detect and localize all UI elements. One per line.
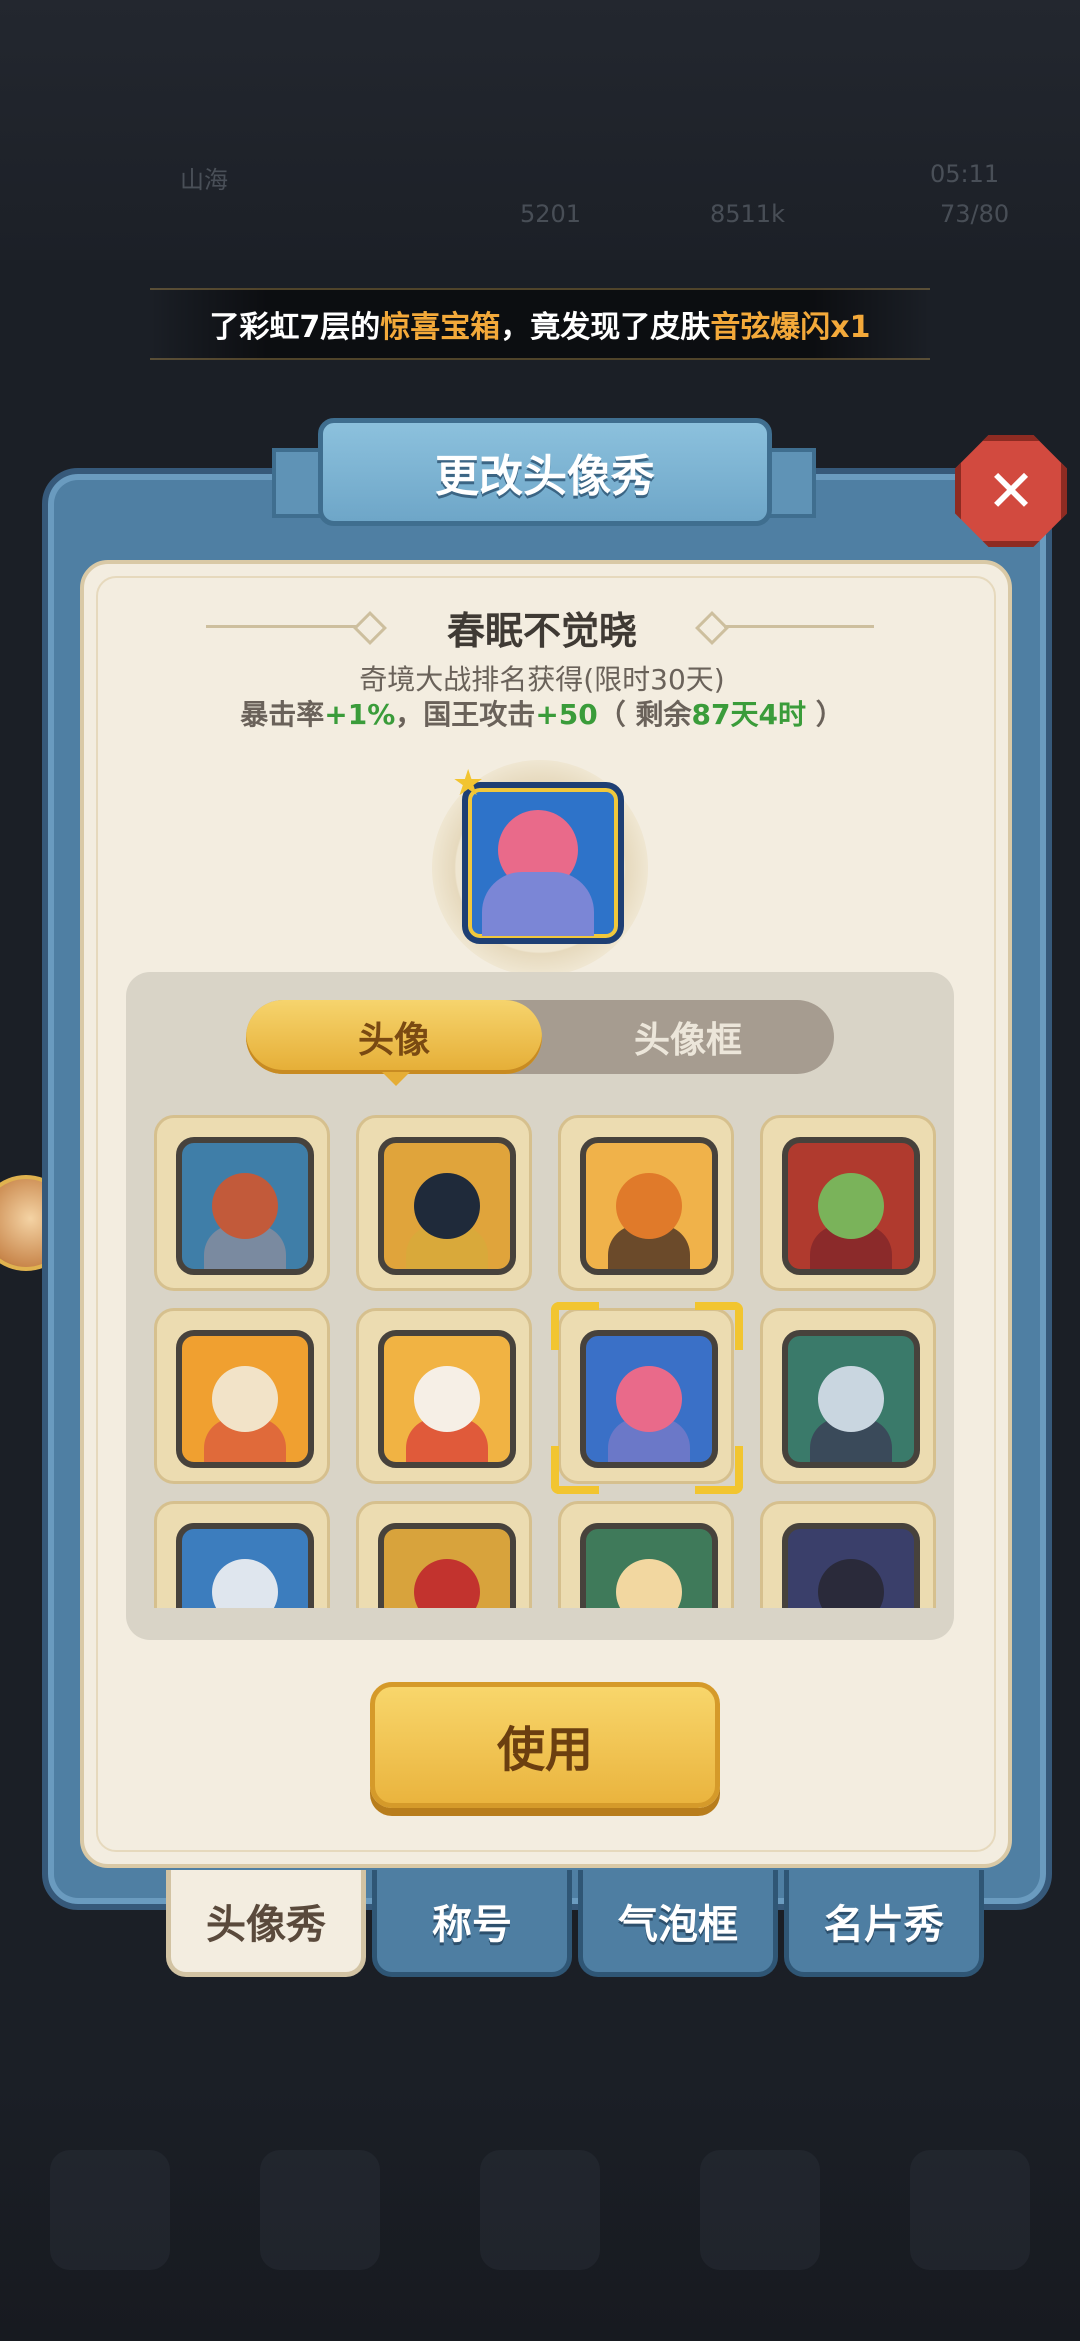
avatar-head <box>212 1173 278 1239</box>
avatar-icon <box>782 1137 920 1275</box>
bottom-tab-title[interactable]: 称号 <box>372 1870 572 1977</box>
avatar-cell-swordsman[interactable] <box>154 1501 330 1608</box>
avatar-head <box>818 1559 884 1608</box>
hud-value-1: 5201 <box>520 200 582 228</box>
avatar-icon <box>378 1523 516 1608</box>
avatar-head <box>414 1173 480 1239</box>
announcement-marquee: 了彩虹7层的 惊喜宝箱 ，竟发现了皮肤 音弦爆闪x1 <box>150 288 930 360</box>
stat-label-attack: ，国王攻击 <box>395 698 536 731</box>
selection-corner-tl <box>551 1302 599 1350</box>
selection-corner-br <box>695 1446 743 1494</box>
nav-item-bg <box>50 2150 170 2270</box>
avatar-cell-warrior[interactable] <box>760 1308 936 1484</box>
hud-value-3: 73/80 <box>940 200 1010 228</box>
tab-avatar-frame[interactable]: 头像框 <box>542 1000 834 1074</box>
background-hud: 山海 5201 8511k 73/80 05:11 <box>0 150 1080 250</box>
skin-stats: 暴击率+1%，国王攻击+50（ 剩余87天4时 ） <box>80 693 1004 733</box>
avatar-cell-elf[interactable] <box>558 1501 734 1608</box>
avatar-cell-horse[interactable] <box>154 1308 330 1484</box>
nav-item-bg <box>910 2150 1030 2270</box>
marquee-highlight-2: 音弦爆闪x1 <box>710 310 871 345</box>
avatar-head <box>212 1559 278 1608</box>
avatar-head <box>616 1173 682 1239</box>
avatar-tabs: 头像 头像框 <box>246 1000 834 1074</box>
avatar-grid[interactable] <box>126 1100 954 1608</box>
nav-item-bg <box>260 2150 380 2270</box>
avatar-cell-dragon[interactable] <box>356 1501 532 1608</box>
nav-item-bg <box>480 2150 600 2270</box>
remain-prefix: （ 剩余 <box>597 698 692 731</box>
hud-player-name: 山海 <box>180 166 228 194</box>
avatar-icon <box>580 1137 718 1275</box>
selection-corner-tr <box>695 1302 743 1350</box>
bottom-tab-avatar-show[interactable]: 头像秀 <box>166 1870 366 1977</box>
avatar-icon <box>176 1523 314 1608</box>
stat-label-crit: 暴击率 <box>240 698 325 731</box>
marquee-highlight-1: 惊喜宝箱 <box>380 310 501 345</box>
avatar-icon <box>176 1137 314 1275</box>
avatar-icon <box>580 1523 718 1608</box>
remain-time: 87天4时 <box>691 698 806 731</box>
avatar-head <box>818 1173 884 1239</box>
avatar-cell-lucky[interactable] <box>356 1308 532 1484</box>
selection-corner-bl <box>551 1446 599 1494</box>
bottom-tab-name-card[interactable]: 名片秀 <box>784 1870 984 1977</box>
background-bottom-nav <box>0 2080 1080 2341</box>
dialog-title: 更改头像秀 <box>318 418 772 526</box>
avatar-head <box>616 1559 682 1608</box>
avatar-cell-dark[interactable] <box>760 1501 936 1608</box>
tab-pointer <box>382 1072 410 1086</box>
tab-avatar[interactable]: 头像 <box>246 1000 542 1074</box>
avatar-icon <box>378 1330 516 1468</box>
avatar-preview <box>462 782 624 944</box>
avatar-cell-anubis[interactable] <box>356 1115 532 1291</box>
skin-source: 奇境大战排名获得(限时30天) <box>359 663 725 696</box>
hud-time: 05:11 <box>930 160 1000 188</box>
avatar-head <box>616 1366 682 1432</box>
avatar-icon <box>378 1137 516 1275</box>
use-button[interactable]: 使用 <box>370 1682 720 1808</box>
avatar-head <box>414 1559 480 1608</box>
avatar-head <box>818 1366 884 1432</box>
preview-blanket <box>482 872 594 936</box>
avatar-icon <box>782 1330 920 1468</box>
marquee-text-2: ，竟发现了皮肤 <box>500 310 711 345</box>
avatar-cell-witch[interactable] <box>760 1115 936 1291</box>
nav-item-bg <box>700 2150 820 2270</box>
avatar-icon <box>782 1523 920 1608</box>
marquee-text-1: 了彩虹7层的 <box>209 310 381 345</box>
close-icon: ✕ <box>986 457 1036 525</box>
stat-value-attack: +50 <box>535 698 598 731</box>
avatar-head <box>414 1366 480 1432</box>
bottom-tab-bubble-frame[interactable]: 气泡框 <box>578 1870 778 1977</box>
star-icon: ★ <box>452 763 485 804</box>
skin-name: 春眠不觉晓 <box>446 609 637 653</box>
remain-suffix: ） <box>805 698 844 731</box>
avatar-cell-pumpkin[interactable] <box>558 1115 734 1291</box>
hud-value-2: 8511k <box>710 200 785 228</box>
avatar-cell-king[interactable] <box>154 1115 330 1291</box>
avatar-icon <box>176 1330 314 1468</box>
avatar-head <box>212 1366 278 1432</box>
stat-value-crit: +1% <box>324 698 396 731</box>
